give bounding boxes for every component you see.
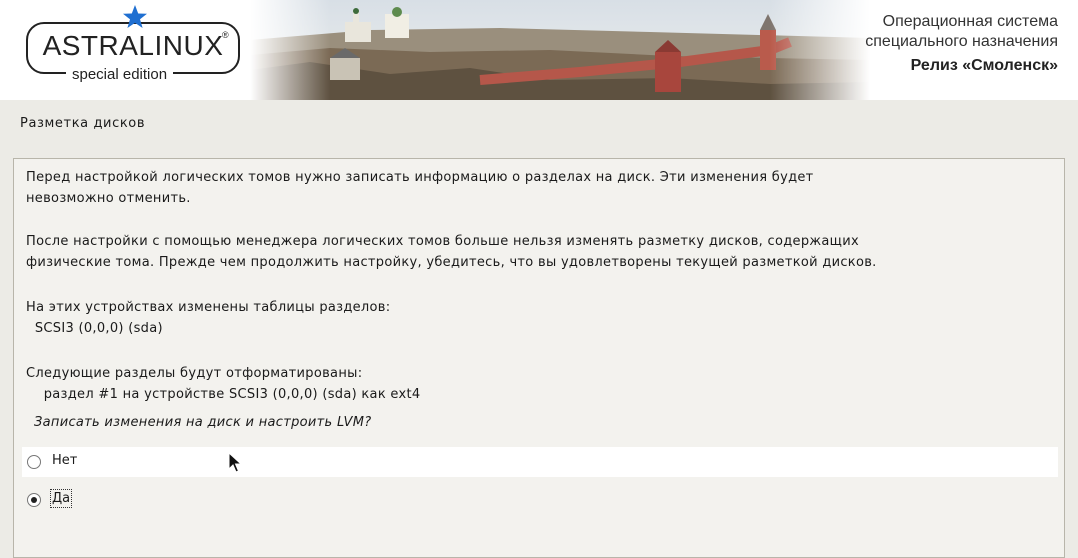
tagline-line-1: Операционная система [882,13,1058,30]
astralinux-logo: ASTRALINUX ® special edition [22,5,240,86]
lvm-warning-line-1: После настройки с помощью менеджера логи… [26,234,859,249]
banner-photo-image [250,0,870,100]
release-tagline: Операционная система специального назнач… [865,12,1058,80]
format-partition-item: раздел #1 на устройстве SCSI3 (0,0,0) (s… [26,387,421,402]
option-yes[interactable]: Да [22,485,1058,515]
lvm-warning-line-2: физические тома. Прежде чем продолжить н… [26,255,877,270]
mouse-pointer-icon [228,452,242,473]
radio-button-icon[interactable] [27,493,41,507]
radio-button-icon[interactable] [27,455,41,469]
changed-devices-paragraph: На этих устройствах изменены таблицы раз… [26,297,390,339]
header-banner: ASTRALINUX ® special edition Операционна… [0,0,1078,100]
logo-name: ASTRALINUX [42,30,224,61]
banner-photo-smolensk [250,0,870,100]
option-no-label: Нет [52,453,78,468]
star-icon [123,5,147,28]
format-partitions-paragraph: Следующие разделы будут отформатированы:… [26,363,420,405]
tagline-line-2: специального назначения [865,33,1058,50]
option-yes-label: Да [49,489,73,508]
lvm-warning-paragraph: После настройки с помощью менеджера логи… [26,231,877,273]
page-title: Разметка дисков [20,116,146,131]
confirm-question: Записать изменения на диск и настроить L… [34,415,372,430]
option-no[interactable]: Нет [22,447,1058,477]
intro-line-1: Перед настройкой логических томов нужно … [26,170,814,185]
intro-line-2: невозможно отменить. [26,191,191,206]
release-name: Релиз «Смоленск» [910,57,1058,74]
dialog-content: Перед настройкой логических томов нужно … [13,158,1065,558]
intro-paragraph: Перед настройкой логических томов нужно … [26,167,814,209]
logo-subtitle: special edition [66,66,174,83]
logo-registered-mark: ® [222,30,229,40]
changed-devices-heading: На этих устройствах изменены таблицы раз… [26,300,391,315]
changed-device-item: SCSI3 (0,0,0) (sda) [26,321,163,336]
format-partitions-heading: Следующие разделы будут отформатированы: [26,366,363,381]
